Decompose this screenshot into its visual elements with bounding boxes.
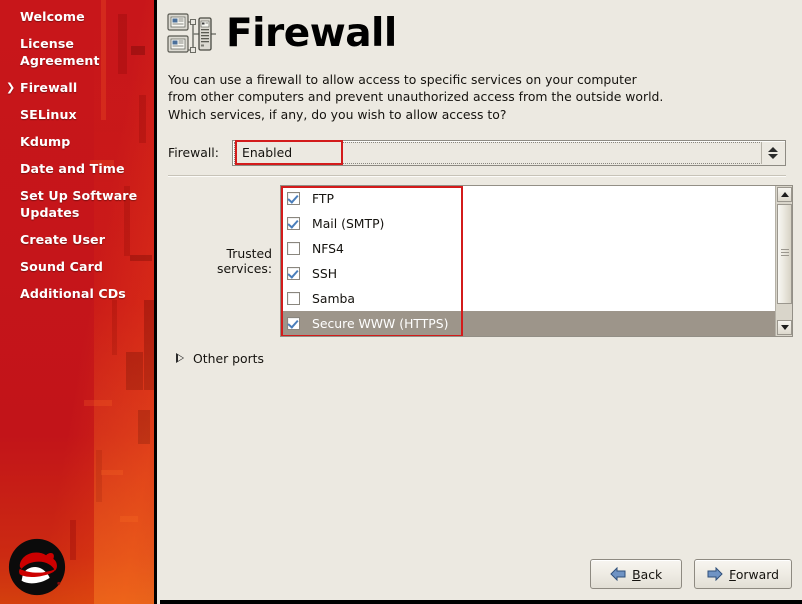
main-panel: Firewall You can use a firewall to allow… bbox=[160, 0, 802, 604]
forward-button[interactable]: Forward bbox=[694, 559, 792, 589]
trusted-service-row[interactable]: SSH bbox=[281, 261, 775, 286]
sidebar-item-selinux[interactable]: ❯SELinux bbox=[0, 105, 154, 124]
arrow-right-icon bbox=[707, 567, 723, 581]
sidebar-item-label: Firewall bbox=[20, 80, 78, 95]
sidebar-item-date-and-time[interactable]: ❯Date and Time bbox=[0, 159, 154, 178]
trusted-services-frame: FTP Mail (SMTP) NFS4 SSH Samba Secure WWW (HT… bbox=[280, 184, 793, 337]
triangle-up-icon bbox=[780, 191, 789, 197]
intro-text: You can use a firewall to allow access t… bbox=[168, 72, 664, 122]
scrollbar-thumb[interactable] bbox=[777, 203, 792, 304]
trusted-service-label: Samba bbox=[312, 290, 355, 306]
scrollbar-grip-icon bbox=[781, 248, 789, 256]
page-header: Firewall bbox=[160, 0, 802, 62]
trusted-service-label: SSH bbox=[312, 265, 338, 281]
decoration-block bbox=[101, 470, 123, 475]
firewall-selected-value[interactable]: Enabled bbox=[235, 140, 343, 166]
sidebar-item-label: SELinux bbox=[20, 107, 77, 122]
back-rest: ack bbox=[640, 566, 663, 582]
decoration-block bbox=[96, 450, 102, 502]
trusted-services-scrollbar[interactable] bbox=[775, 185, 792, 336]
other-ports-expander[interactable]: Other ports bbox=[176, 351, 336, 366]
firewall-setting-row: Firewall: Enabled bbox=[168, 139, 786, 166]
trusted-service-label: NFS4 bbox=[312, 240, 344, 256]
decoration-block bbox=[144, 300, 154, 390]
sidebar-item-label: Additional CDs bbox=[20, 286, 126, 301]
firewall-label: Firewall: bbox=[168, 145, 219, 161]
trusted-services-label: Trusted services: bbox=[216, 245, 272, 276]
decoration-block bbox=[112, 300, 117, 355]
sidebar-item-additional-cds[interactable]: ❯Additional CDs bbox=[0, 284, 154, 303]
firewall-spinner[interactable] bbox=[761, 141, 784, 164]
forward-button-label: Forward bbox=[729, 567, 779, 582]
sidebar-nav: ❯Welcome ❯License Agreement ❯ Firewall ❯SELi… bbox=[0, 0, 154, 303]
red-hat-logo bbox=[8, 538, 66, 596]
sidebar: ❯Welcome ❯License Agreement ❯ Firewall ❯SELi… bbox=[0, 0, 157, 604]
trusted-service-label: Secure WWW (HTTPS) bbox=[312, 315, 449, 331]
trusted-service-row[interactable]: Samba bbox=[281, 286, 775, 311]
footer-buttons: Back Forward bbox=[160, 552, 802, 596]
decoration-block bbox=[138, 410, 150, 444]
decoration-block bbox=[120, 516, 138, 522]
back-button-label: Back bbox=[632, 567, 662, 582]
trusted-service-row[interactable]: Mail (SMTP) bbox=[281, 211, 775, 236]
checkbox-checked-icon[interactable] bbox=[287, 316, 300, 330]
back-accel: B bbox=[632, 566, 641, 582]
trusted-service-row[interactable]: NFS4 bbox=[281, 236, 775, 261]
sidebar-item-label: Welcome bbox=[20, 9, 85, 24]
checkbox-checked-icon[interactable] bbox=[287, 191, 300, 205]
back-button[interactable]: Back bbox=[590, 559, 683, 589]
firstboot-window: ❯Welcome ❯License Agreement ❯ Firewall ❯SELi… bbox=[0, 0, 802, 604]
sidebar-item-label: Kdump bbox=[20, 134, 71, 149]
sidebar-item-sound-card[interactable]: ❯Sound Card bbox=[0, 257, 154, 276]
decoration-block bbox=[84, 400, 112, 406]
checkbox-unchecked-icon[interactable] bbox=[287, 241, 300, 255]
sidebar-item-firewall[interactable]: ❯ Firewall bbox=[0, 78, 154, 97]
trusted-service-label: FTP bbox=[312, 190, 334, 206]
trusted-services-list[interactable]: FTP Mail (SMTP) NFS4 SSH Samba Secure WWW (HT… bbox=[281, 185, 775, 336]
trusted-service-label: Mail (SMTP) bbox=[312, 215, 385, 231]
firewall-network-icon bbox=[167, 13, 216, 53]
trusted-services-row: Trusted services: FTP Mail (SMTP) NFS4 SSH S… bbox=[168, 184, 793, 337]
sidebar-item-license-agreement[interactable]: ❯License Agreement bbox=[0, 34, 154, 70]
sidebar-item-label: License Agreement bbox=[20, 36, 100, 68]
sidebar-item-set-up-software-updates[interactable]: ❯Set Up Software Updates bbox=[0, 186, 154, 222]
sidebar-item-create-user[interactable]: ❯Create User bbox=[0, 230, 154, 249]
triangle-down-icon bbox=[780, 324, 789, 330]
active-marker-icon: ❯ bbox=[6, 81, 16, 94]
sidebar-item-label: Sound Card bbox=[20, 259, 104, 274]
sidebar-item-label: Set Up Software Updates bbox=[20, 188, 138, 220]
forward-accel: F bbox=[729, 566, 736, 582]
decoration-block bbox=[70, 520, 76, 560]
trusted-service-row[interactable]: Secure WWW (HTTPS) bbox=[281, 310, 775, 336]
firewall-combobox[interactable]: Enabled bbox=[232, 139, 786, 166]
checkbox-unchecked-icon[interactable] bbox=[287, 291, 300, 305]
decoration-block bbox=[126, 352, 143, 390]
scroll-down-button[interactable] bbox=[777, 319, 792, 335]
sidebar-item-label: Date and Time bbox=[20, 161, 125, 176]
sidebar-item-label: Create User bbox=[20, 232, 106, 247]
arrow-left-icon bbox=[610, 567, 626, 581]
page-title: Firewall bbox=[226, 11, 397, 56]
sidebar-item-welcome[interactable]: ❯Welcome bbox=[0, 7, 154, 26]
triangle-right-icon bbox=[176, 353, 184, 364]
other-ports-label: Other ports bbox=[193, 350, 264, 366]
chevron-up-icon bbox=[768, 146, 778, 152]
checkbox-checked-icon[interactable] bbox=[287, 216, 300, 230]
scroll-up-button[interactable] bbox=[777, 186, 792, 202]
trusted-service-row[interactable]: FTP bbox=[281, 186, 775, 211]
divider bbox=[168, 174, 786, 177]
forward-rest: orward bbox=[735, 566, 779, 582]
chevron-down-icon bbox=[768, 153, 778, 159]
checkbox-checked-icon[interactable] bbox=[287, 266, 300, 280]
sidebar-item-kdump[interactable]: ❯Kdump bbox=[0, 132, 154, 151]
